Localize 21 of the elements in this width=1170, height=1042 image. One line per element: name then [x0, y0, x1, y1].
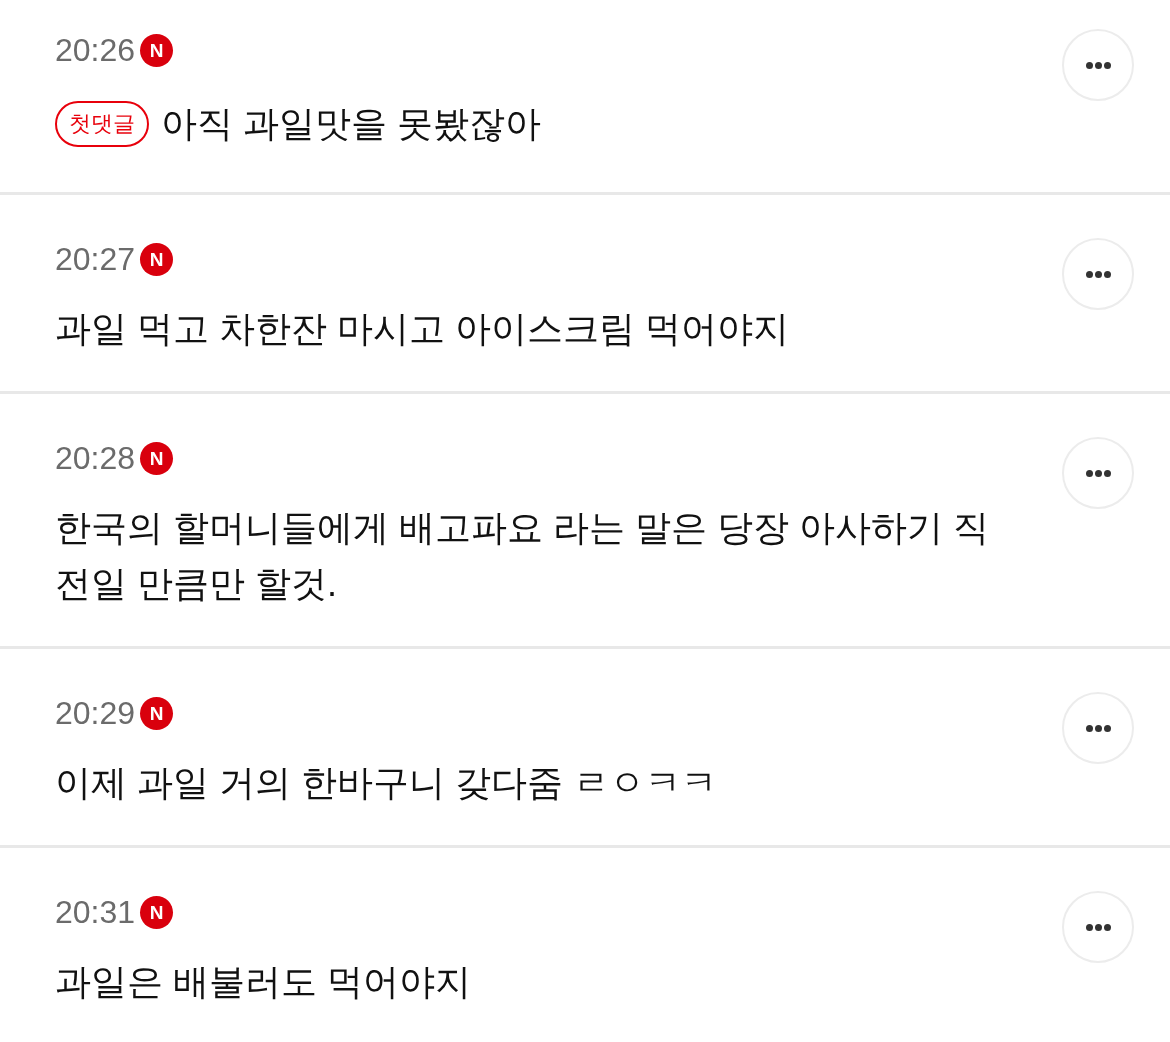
comment-time: 20:26: [55, 31, 136, 70]
new-badge: N: [140, 441, 174, 475]
new-badge: N: [140, 33, 174, 67]
comment-text: 한국의 할머니들에게 배고파요 라는 말은 당장 아사하기 직전일 만큼만 할것.: [55, 507, 989, 604]
comment-time: 20:27: [55, 240, 136, 279]
comment-text: 이제 과일 거의 한바구니 갖다줌 ㄹㅇㅋㅋ: [55, 762, 717, 803]
first-comment-tag: 첫댓글: [55, 101, 149, 147]
comment-text: 과일 먹고 차한잔 마시고 아이스크림 먹어야지: [55, 308, 789, 349]
new-badge: N: [140, 696, 174, 730]
more-icon: [1085, 724, 1111, 732]
new-badge: N: [140, 895, 174, 929]
new-badge: N: [140, 242, 174, 276]
comment-time: 20:31: [55, 893, 136, 932]
more-icon: [1085, 270, 1111, 278]
comment-time: 20:28: [55, 439, 136, 478]
more-icon: [1085, 61, 1111, 69]
comment-time: 20:29: [55, 694, 136, 733]
more-icon: [1085, 923, 1111, 931]
comment-text: 과일은 배불러도 먹어야지: [55, 961, 471, 1002]
more-icon: [1085, 469, 1111, 477]
comment-text: 아직 과일맛을 못봤잖아: [161, 102, 541, 146]
